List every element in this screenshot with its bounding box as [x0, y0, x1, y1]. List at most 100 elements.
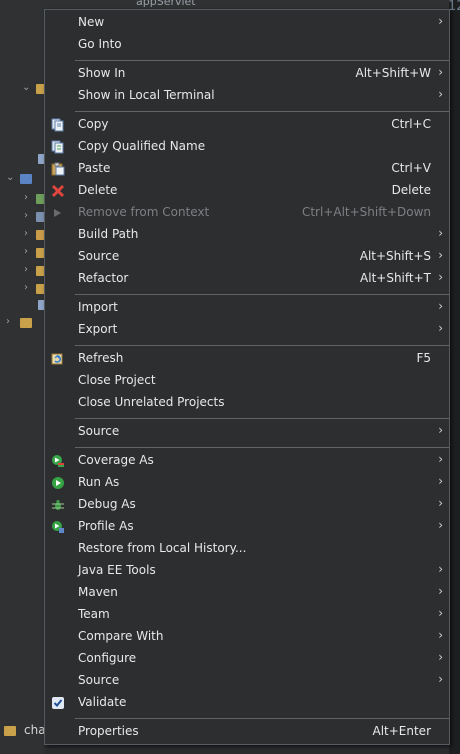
submenu-arrow-icon: ›: [438, 87, 443, 101]
menu-item-maven[interactable]: Maven ›: [45, 582, 449, 604]
menu-item-build-path[interactable]: Build Path ›: [45, 224, 449, 246]
menu-separator: [75, 111, 449, 112]
menu-item-shortcut: Ctrl+Alt+Shift+Down: [301, 205, 431, 219]
tree-item-label: appServlet: [136, 0, 196, 8]
tree-collapse-arrow-icon[interactable]: ›: [24, 228, 28, 239]
menu-item-compare-with[interactable]: Compare With ›: [45, 626, 449, 648]
tree-collapse-arrow-icon[interactable]: ›: [24, 192, 28, 203]
submenu-arrow-icon: ›: [438, 606, 443, 620]
submenu-arrow-icon: ›: [438, 628, 443, 642]
menu-item-label: Export: [78, 322, 118, 336]
menu-separator: [75, 718, 449, 719]
menu-item-label: Validate: [78, 695, 127, 709]
refresh-icon: [50, 351, 66, 367]
menu-item-label: Paste: [78, 161, 111, 175]
tree-collapse-arrow-icon[interactable]: ›: [24, 282, 28, 293]
menu-item-copy[interactable]: Copy Ctrl+C: [45, 114, 449, 136]
menu-item-source[interactable]: Source ›: [45, 421, 449, 443]
folder-icon: [4, 726, 16, 736]
menu-item-label: Refresh: [78, 351, 124, 365]
menu-item-close-unrelated-projects[interactable]: Close Unrelated Projects: [45, 392, 449, 414]
menu-item-shortcut: F5: [416, 351, 431, 365]
menu-item-label: Coverage As: [78, 453, 154, 467]
menu-item-properties[interactable]: Properties Alt+Enter: [45, 721, 449, 743]
menu-item-label: Build Path: [78, 227, 139, 241]
menu-separator: [75, 345, 449, 346]
submenu-arrow-icon: ›: [438, 270, 443, 284]
menu-item-paste[interactable]: Paste Ctrl+V: [45, 158, 449, 180]
tree-item-label: cha: [24, 723, 46, 737]
submenu-arrow-icon: ›: [438, 672, 443, 686]
menu-item-shortcut: Alt+Shift+W: [355, 66, 432, 80]
menu-item-export[interactable]: Export ›: [45, 319, 449, 341]
menu-item-new[interactable]: New ›: [45, 12, 449, 34]
submenu-arrow-icon: ›: [438, 452, 443, 466]
menu-item-source[interactable]: Source Alt+Shift+S ›: [45, 246, 449, 268]
copy-icon: [50, 117, 66, 133]
copy-qualified-name-icon: [50, 139, 66, 155]
menu-item-debug-as[interactable]: Debug As ›: [45, 494, 449, 516]
menu-item-label: Source: [78, 673, 120, 687]
menu-item-label: Copy: [78, 117, 109, 131]
context-menu: New › Go Into Show In Alt+Shift+W › Show in Lo…: [44, 9, 450, 745]
menu-item-validate[interactable]: Validate: [45, 692, 449, 714]
submenu-arrow-icon: ›: [438, 226, 443, 240]
menu-item-configure[interactable]: Configure ›: [45, 648, 449, 670]
menu-separator: [75, 447, 449, 448]
menu-item-refresh[interactable]: Refresh F5: [45, 348, 449, 370]
tree-expand-arrow-icon[interactable]: ⌄: [6, 172, 14, 183]
menu-item-label: Maven: [78, 585, 118, 599]
debug-bug-icon: [50, 497, 66, 513]
menu-item-source[interactable]: Source ›: [45, 670, 449, 692]
menu-item-go-into[interactable]: Go Into: [45, 34, 449, 56]
tree-collapse-arrow-icon[interactable]: ›: [6, 316, 10, 327]
tree-expand-arrow-icon[interactable]: ⌄: [22, 82, 30, 93]
editor-edge: [449, 0, 460, 754]
tree-item-bottom[interactable]: cha: [0, 720, 46, 742]
menu-item-label: Refactor: [78, 271, 129, 285]
tree-collapse-arrow-icon[interactable]: ›: [24, 246, 28, 257]
menu-item-refactor[interactable]: Refactor Alt+Shift+T ›: [45, 268, 449, 290]
menu-item-shortcut: Alt+Shift+S: [359, 249, 431, 263]
menu-item-label: Show in Local Terminal: [78, 88, 215, 102]
menu-item-import[interactable]: Import ›: [45, 297, 449, 319]
menu-item-delete[interactable]: Delete Delete: [45, 180, 449, 202]
tree-collapse-arrow-icon[interactable]: ›: [24, 210, 28, 221]
submenu-arrow-icon: ›: [438, 423, 443, 437]
menu-item-profile-as[interactable]: Profile As ›: [45, 516, 449, 538]
menu-item-shortcut: Ctrl+C: [391, 117, 431, 131]
menu-item-shortcut: Alt+Enter: [372, 724, 431, 738]
menu-separator: [75, 418, 449, 419]
menu-item-label: Properties: [78, 724, 139, 738]
menu-item-label: Restore from Local History...: [78, 541, 247, 555]
menu-item-coverage-as[interactable]: Coverage As ›: [45, 450, 449, 472]
menu-item-restore-from-local-history[interactable]: Restore from Local History...: [45, 538, 449, 560]
menu-item-label: Java EE Tools: [78, 563, 156, 577]
menu-item-label: Run As: [78, 475, 120, 489]
menu-item-copy-qualified-name[interactable]: Copy Qualified Name: [45, 136, 449, 158]
menu-item-show-in[interactable]: Show In Alt+Shift+W ›: [45, 63, 449, 85]
menu-item-team[interactable]: Team ›: [45, 604, 449, 626]
submenu-arrow-icon: ›: [438, 474, 443, 488]
validate-check-icon: [50, 695, 66, 711]
menu-item-java-ee-tools[interactable]: Java EE Tools ›: [45, 560, 449, 582]
menu-item-close-project[interactable]: Close Project: [45, 370, 449, 392]
menu-item-run-as[interactable]: Run As ›: [45, 472, 449, 494]
submenu-arrow-icon: ›: [438, 518, 443, 532]
menu-item-label: New: [78, 15, 105, 29]
submenu-arrow-icon: ›: [438, 321, 443, 335]
menu-item-show-in-local-terminal[interactable]: Show in Local Terminal ›: [45, 85, 449, 107]
menu-item-label: Close Unrelated Projects: [78, 395, 225, 409]
menu-item-shortcut: Ctrl+V: [391, 161, 431, 175]
menu-item-label: Team: [78, 607, 110, 621]
menu-item-label: Source: [78, 424, 120, 438]
submenu-arrow-icon: ›: [438, 584, 443, 598]
coverage-icon: [50, 453, 66, 469]
menu-item-label: Copy Qualified Name: [78, 139, 206, 153]
menu-item-label: Configure: [78, 651, 137, 665]
remove-from-context-icon: [50, 205, 66, 221]
tree-collapse-arrow-icon[interactable]: ›: [24, 264, 28, 275]
submenu-arrow-icon: ›: [438, 248, 443, 262]
submenu-arrow-icon: ›: [438, 496, 443, 510]
menu-item-label: Profile As: [78, 519, 134, 533]
